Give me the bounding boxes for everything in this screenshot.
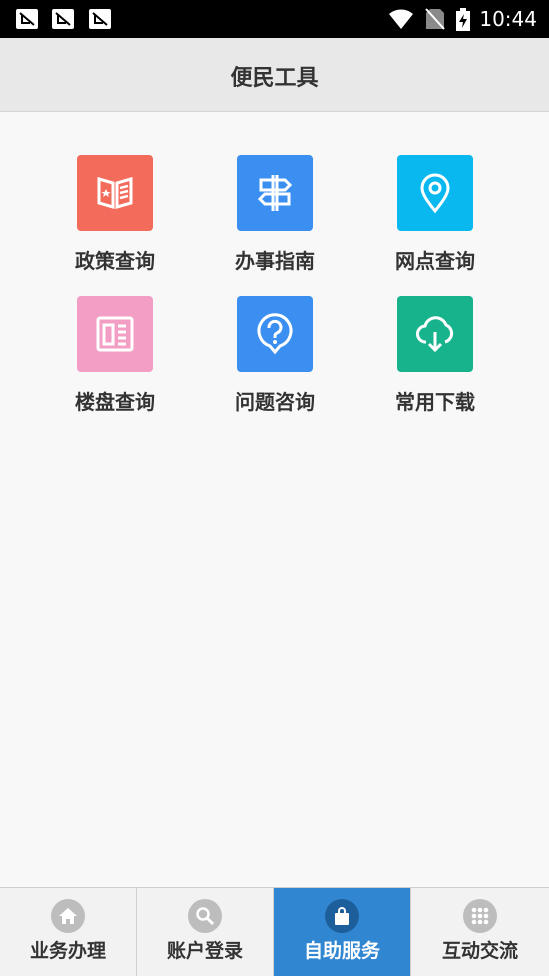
tool-tile	[77, 155, 153, 231]
wifi-icon	[389, 9, 413, 29]
tool-grid: 政策查询 办事指南 网点查询 楼盘查询 问题咨询 常用下载	[0, 113, 549, 887]
tool-tile	[237, 155, 313, 231]
building-icon	[96, 316, 134, 352]
status-bar: 10:44	[0, 0, 549, 38]
tool-label: 办事指南	[235, 249, 315, 273]
no-sim-icon	[425, 8, 445, 30]
question-bubble-icon	[257, 313, 293, 355]
tool-label: 常用下载	[395, 390, 475, 414]
location-pin-icon	[420, 173, 450, 214]
tab-label: 互动交流	[441, 940, 518, 962]
grid-icon	[463, 899, 497, 933]
tool-policy-query[interactable]: 政策查询	[50, 155, 180, 285]
search-icon	[188, 899, 222, 933]
tool-property-query[interactable]: 楼盘查询	[50, 296, 180, 426]
notification-icon	[89, 9, 111, 29]
tool-label: 楼盘查询	[75, 390, 155, 414]
tool-label: 网点查询	[395, 249, 475, 273]
bottom-tab-bar: 业务办理 账户登录 自助服务 互动交流	[0, 887, 549, 976]
tool-branch-query[interactable]: 网点查询	[370, 155, 500, 285]
tool-tile	[397, 296, 473, 372]
home-icon	[51, 899, 85, 933]
tab-label: 业务办理	[29, 940, 106, 962]
signpost-icon	[257, 175, 293, 211]
clock: 10:44	[479, 7, 537, 31]
tool-service-guide[interactable]: 办事指南	[210, 155, 340, 285]
battery-charging-icon	[456, 8, 470, 31]
notification-icon	[52, 9, 74, 29]
shopping-bag-icon	[325, 899, 359, 933]
page-title: 便民工具	[230, 66, 319, 91]
tab-interaction[interactable]: 互动交流	[411, 888, 549, 976]
tab-label: 账户登录	[166, 940, 243, 962]
app-header: 便民工具	[0, 38, 549, 112]
tool-tile	[77, 296, 153, 372]
tool-label: 政策查询	[75, 249, 155, 273]
policy-book-icon	[97, 177, 133, 209]
tab-account-login[interactable]: 账户登录	[137, 888, 274, 976]
notification-icon	[16, 9, 38, 29]
tool-tile	[397, 155, 473, 231]
tab-label: 自助服务	[303, 940, 380, 962]
tool-tile	[237, 296, 313, 372]
tool-common-downloads[interactable]: 常用下载	[370, 296, 500, 426]
tool-question-consult[interactable]: 问题咨询	[210, 296, 340, 426]
tool-label: 问题咨询	[235, 390, 315, 414]
tab-self-service[interactable]: 自助服务	[274, 888, 411, 976]
tab-business[interactable]: 业务办理	[0, 888, 137, 976]
cloud-download-icon	[416, 316, 454, 353]
